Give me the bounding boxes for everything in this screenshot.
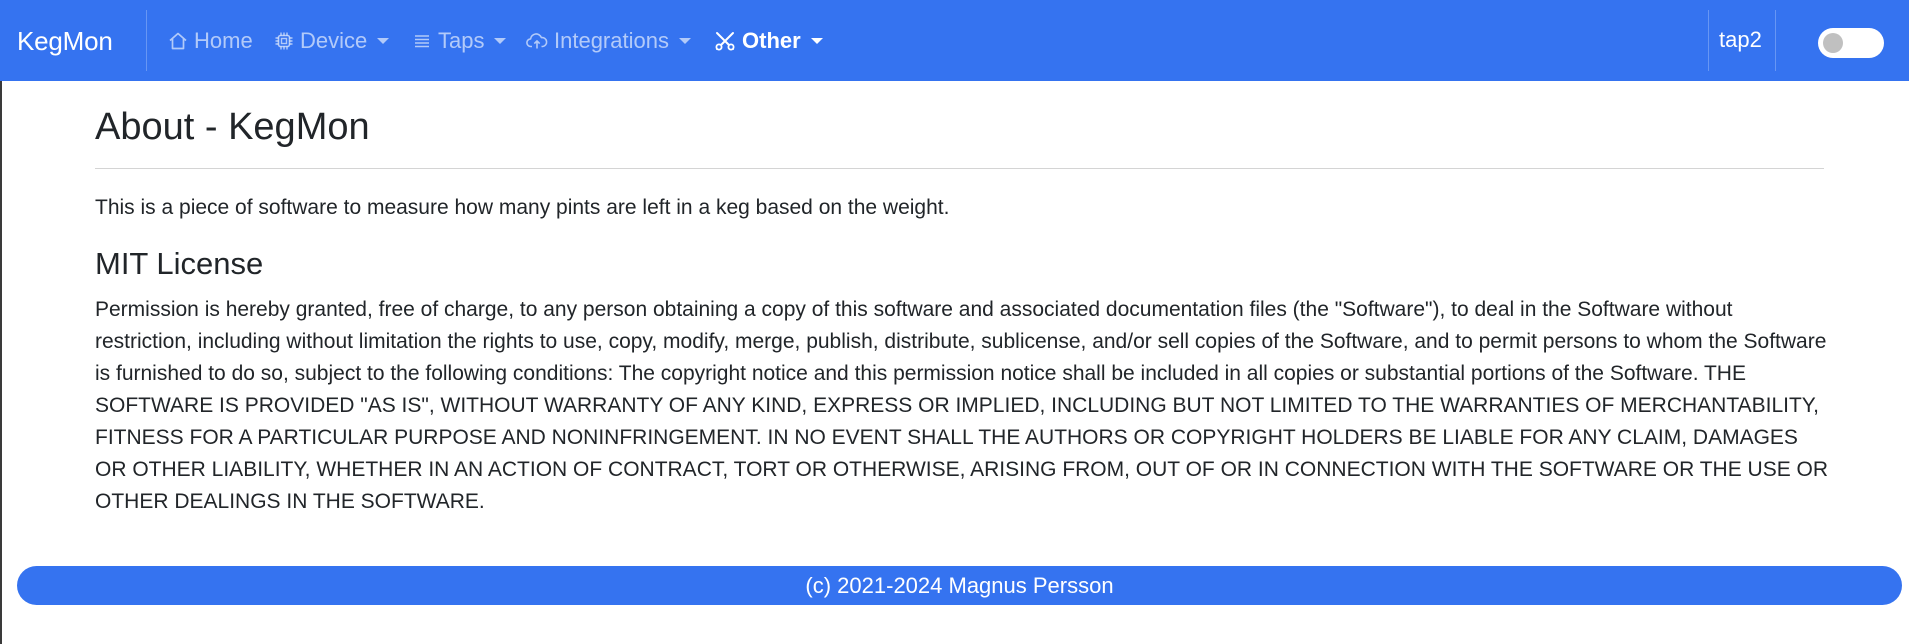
navbar-divider [1708,10,1709,71]
license-heading: MIT License [95,246,264,281]
navbar-divider [146,10,147,71]
intro-text: This is a piece of software to measure h… [95,196,950,219]
theme-toggle-switch[interactable] [1818,28,1884,58]
nav-taps-label: Taps [438,28,485,53]
nav-device[interactable]: Device [274,26,390,56]
chevron-down-icon [678,38,691,44]
home-icon [169,32,187,50]
page-title: About - KegMon [95,106,370,148]
chevron-down-icon [810,38,823,44]
chip-icon [275,32,293,50]
device-name-label: tap2 [1719,27,1762,52]
license-text: Permission is hereby granted, free of ch… [95,298,1829,513]
nav-other-label: Other [742,28,801,53]
cloud-upload-icon [526,33,548,49]
nav-integrations-label: Integrations [554,28,669,53]
top-navbar: KegMon Home Device Taps Integrations Oth… [0,0,1909,81]
brand-link[interactable]: KegMon [17,24,113,58]
nav-other[interactable]: Other [714,26,823,56]
chevron-down-icon [494,38,507,44]
nav-home-label: Home [194,28,253,53]
toggle-knob [1823,33,1843,53]
nav-taps[interactable]: Taps [412,26,507,56]
list-icon [415,35,429,48]
nav-device-label: Device [300,28,368,53]
footer-bar: (c) 2021-2024 Magnus Persson [17,566,1902,605]
title-divider [95,168,1824,169]
copyright-text: (c) 2021-2024 Magnus Persson [805,573,1114,598]
navbar-divider [1775,10,1776,71]
nav-integrations[interactable]: Integrations [526,26,691,56]
nav-home[interactable]: Home [168,26,253,56]
tools-icon [715,32,735,51]
chevron-down-icon [377,38,390,44]
